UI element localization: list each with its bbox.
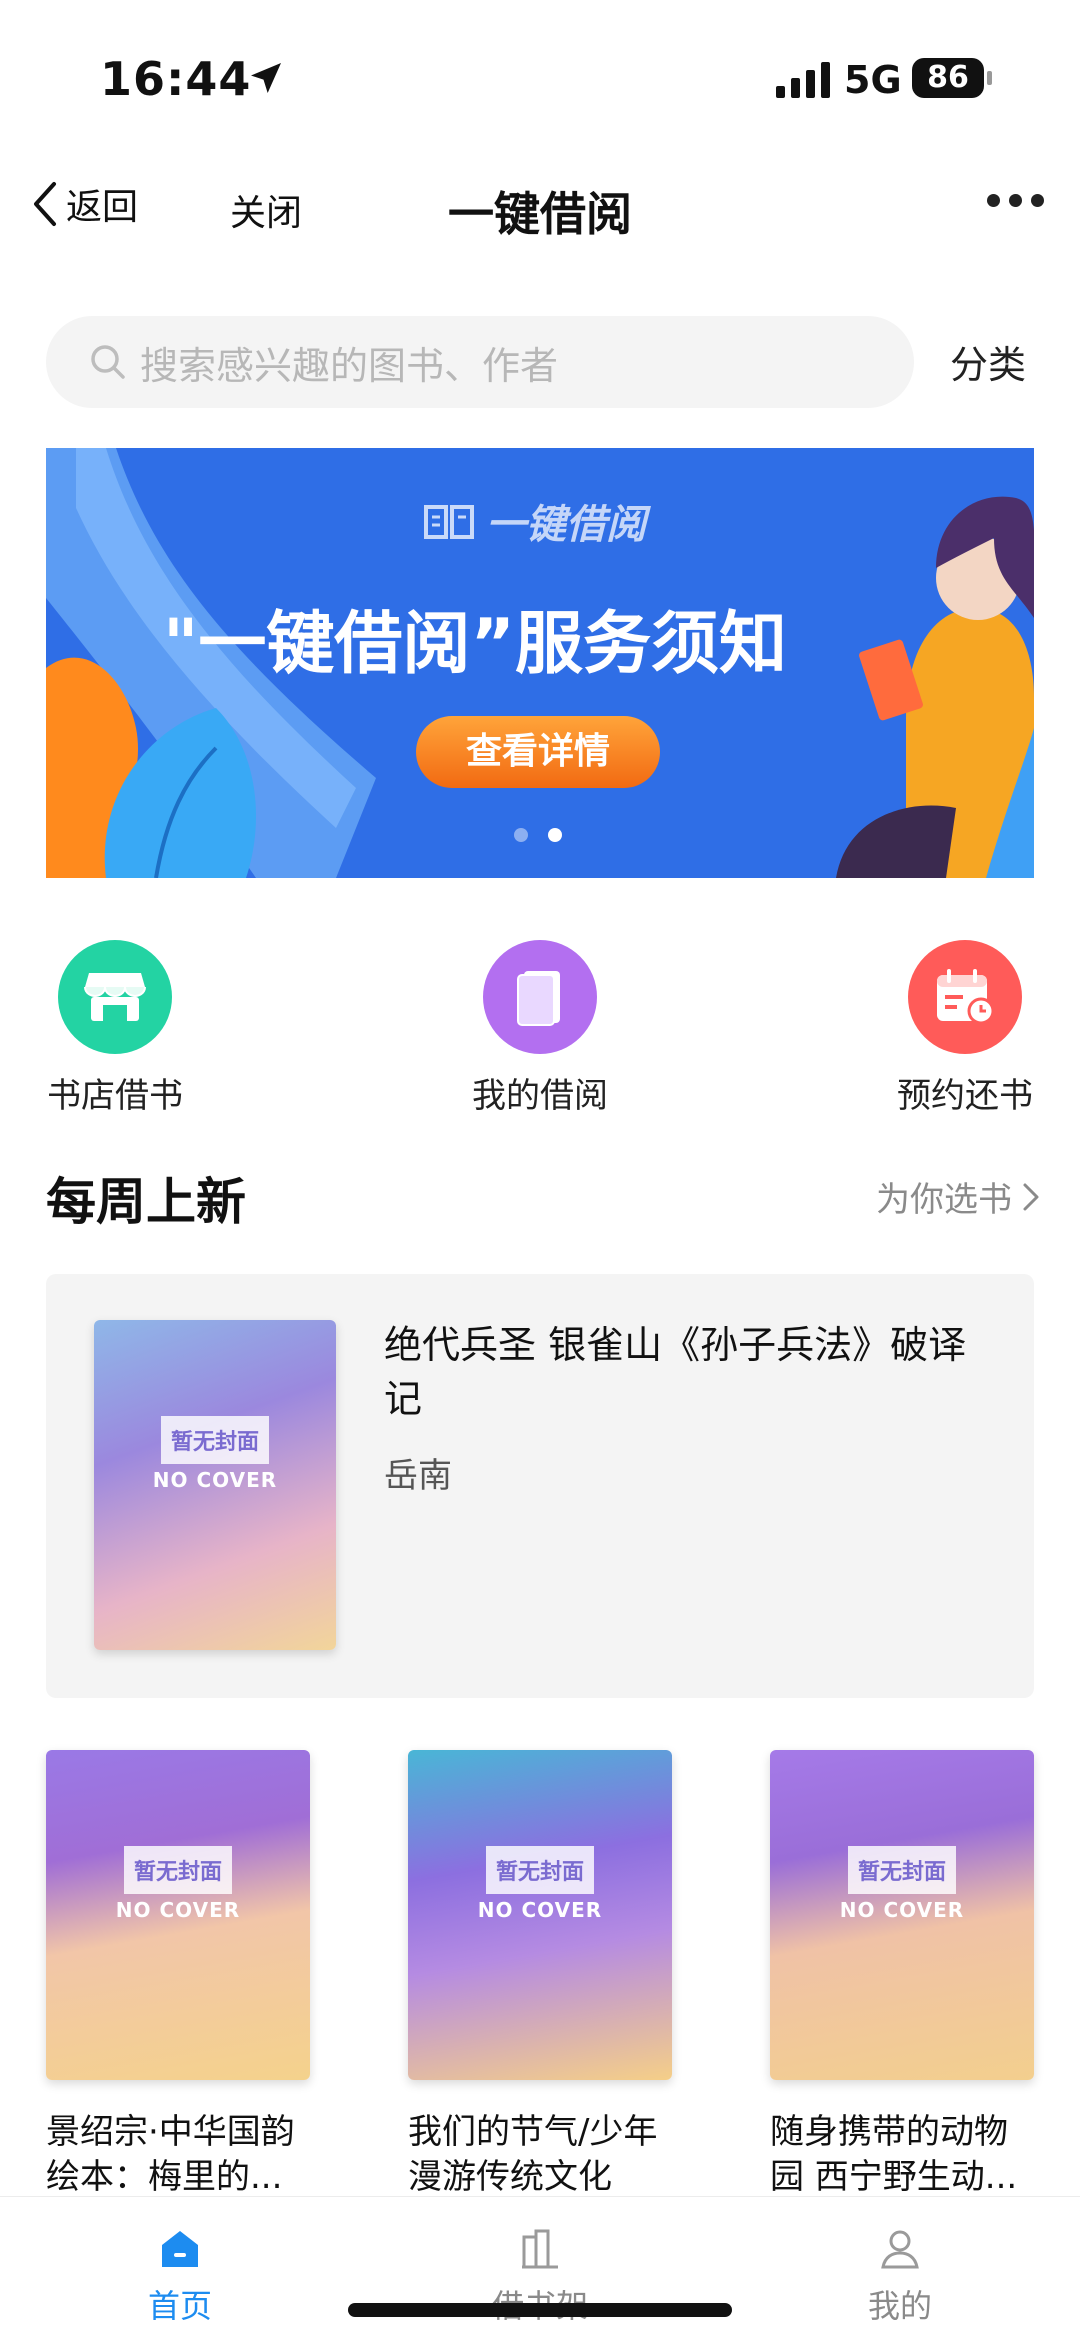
no-cover-tag: 暂无封面 xyxy=(160,1416,270,1464)
bookshelf-icon xyxy=(522,2229,558,2269)
bookstore-borrow-button[interactable]: 书店借书 xyxy=(30,940,200,1117)
no-cover-tag: 暂无封面 xyxy=(847,1846,957,1894)
network-type: 5G xyxy=(844,58,902,102)
book-title: 绝代兵圣 银雀山《孙子兵法》破译记 xyxy=(384,1323,967,1421)
no-cover-tag: 暂无封面 xyxy=(123,1846,233,1894)
chevron-right-icon xyxy=(1023,1183,1039,1210)
tab-mine[interactable]: 我的 xyxy=(820,2227,980,2327)
tab-label: 首页 xyxy=(147,2287,212,2325)
navigation-bar: 返回 关闭 一键借阅 xyxy=(0,160,1080,260)
user-icon xyxy=(881,2230,919,2269)
signal-icon xyxy=(776,62,830,98)
no-cover-caption: NO COVER xyxy=(839,1898,965,1922)
tab-home[interactable]: 首页 xyxy=(100,2227,260,2327)
search-icon xyxy=(91,345,125,379)
book-cover: 暂无封面 NO COVER xyxy=(770,1750,1034,2080)
book-cover: 暂无封面 NO COVER xyxy=(94,1320,336,1650)
more-options-button[interactable] xyxy=(987,194,1044,207)
quick-action-label: 预约还书 xyxy=(897,1076,1033,1116)
book-title: 随身携带的动物园 西宁野生动... xyxy=(770,2112,1018,2197)
book-cover: 暂无封面 NO COVER xyxy=(408,1750,672,2080)
promo-banner[interactable]: 一键借阅 "一键借阅”服务须知 查看详情 xyxy=(46,448,1034,878)
location-arrow-icon xyxy=(251,63,281,93)
dot-icon xyxy=(1031,194,1044,207)
pick-books-link[interactable]: 为你选书 xyxy=(876,1172,1040,1221)
carousel-indicator xyxy=(514,828,562,842)
calendar-clock-icon xyxy=(908,940,1022,1054)
home-indicator xyxy=(348,2303,732,2317)
banner-headline: "一键借阅”服务须知 xyxy=(162,605,788,684)
banner-logo: 一键借阅 xyxy=(422,492,646,550)
status-time: 16:44 xyxy=(100,52,252,106)
book-icon xyxy=(483,940,597,1054)
book-cover: 暂无封面 NO COVER xyxy=(46,1750,310,2080)
book-author: 岳南 xyxy=(384,1456,452,1496)
my-borrowing-button[interactable]: 我的借阅 xyxy=(455,940,625,1117)
view-details-button[interactable]: 查看详情 xyxy=(416,716,660,788)
banner-logo-text: 一键借阅 xyxy=(486,502,646,548)
search-input[interactable]: 搜索感兴趣的图书、作者 xyxy=(46,316,914,408)
section-title: 每周上新 xyxy=(46,1173,246,1231)
search-placeholder: 搜索感兴趣的图书、作者 xyxy=(140,343,559,388)
home-icon xyxy=(162,2231,198,2267)
carousel-dot-active xyxy=(548,828,562,842)
quick-action-label: 我的借阅 xyxy=(472,1076,608,1116)
page-title: 一键借阅 xyxy=(448,187,632,241)
battery-indicator: 86 xyxy=(912,58,992,98)
reserve-return-button[interactable]: 预约还书 xyxy=(880,940,1050,1117)
dot-icon xyxy=(987,194,1000,207)
tab-bar: 首页 借书架 我的 xyxy=(0,2196,1080,2341)
book-title: 景绍宗·中华国韵绘本：梅里的... xyxy=(46,2112,295,2197)
featured-book-card[interactable]: 暂无封面 NO COVER 绝代兵圣 银雀山《孙子兵法》破译记 岳南 xyxy=(46,1274,1034,1698)
dot-icon xyxy=(1009,194,1022,207)
tab-label: 我的 xyxy=(867,2287,932,2325)
open-book-icon xyxy=(424,505,474,539)
no-cover-caption: NO COVER xyxy=(477,1898,603,1922)
book-title: 我们的节气/少年漫游传统文化 xyxy=(408,2112,658,2197)
store-icon xyxy=(58,940,172,1054)
status-bar: 16:44 5G 86 xyxy=(0,0,1080,150)
no-cover-caption: NO COVER xyxy=(152,1468,278,1492)
book-item[interactable]: 暂无封面 NO COVER 随身携带的动物园 西宁野生动... xyxy=(770,1750,1034,2200)
carousel-dot xyxy=(514,828,528,842)
book-item[interactable]: 暂无封面 NO COVER 景绍宗·中华国韵绘本：梅里的... xyxy=(46,1750,310,2200)
quick-action-label: 书店借书 xyxy=(47,1076,183,1116)
pick-books-label: 为你选书 xyxy=(876,1180,1012,1220)
no-cover-tag: 暂无封面 xyxy=(485,1846,595,1894)
book-item[interactable]: 暂无封面 NO COVER 我们的节气/少年漫游传统文化 xyxy=(408,1750,672,2200)
category-button[interactable]: 分类 xyxy=(950,334,1026,389)
no-cover-caption: NO COVER xyxy=(115,1898,241,1922)
